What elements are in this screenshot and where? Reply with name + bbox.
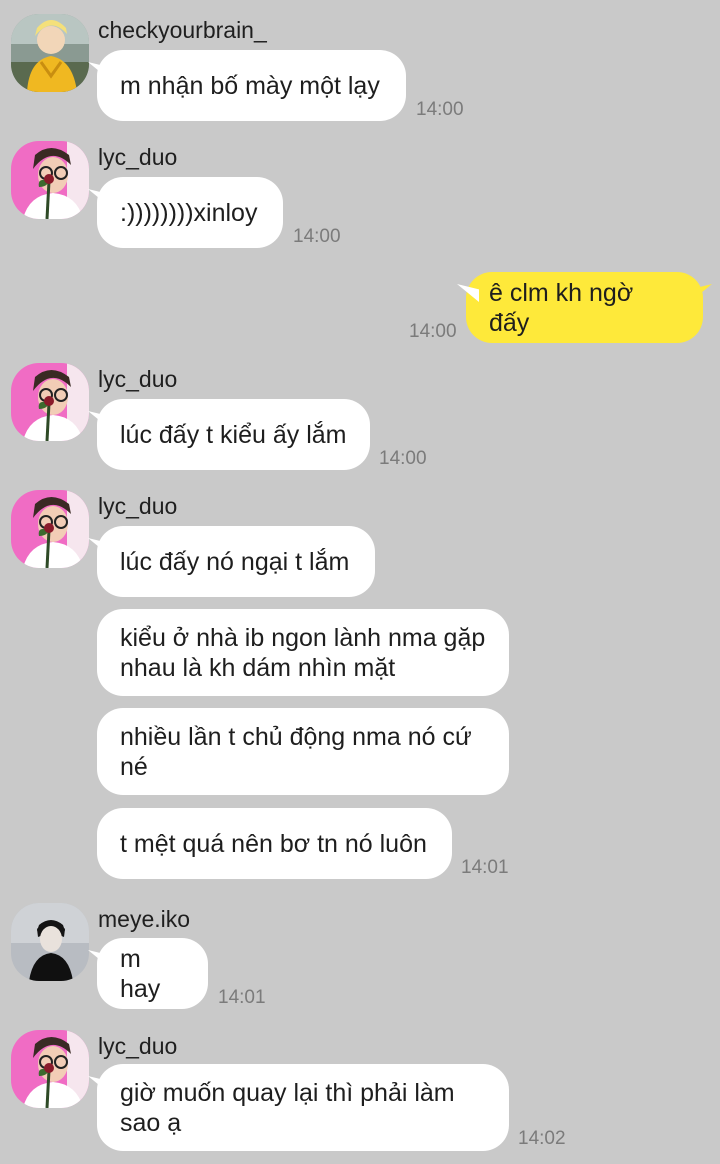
person-with-glasses-pink-background-icon (11, 490, 89, 568)
message-timestamp: 14:01 (461, 857, 509, 878)
message-bubble[interactable]: :))))))))xinloy (97, 177, 283, 248)
avatar-lyc-duo[interactable] (11, 1030, 89, 1108)
avatar-lyc-duo[interactable] (11, 141, 89, 219)
person-with-glasses-pink-background-icon (11, 141, 89, 219)
sender-name: lyc_duo (98, 1033, 178, 1059)
message-bubble[interactable]: m nhận bố mày một lạy (97, 50, 406, 121)
person-in-yellow-jacket-icon (11, 14, 89, 92)
message-bubble[interactable]: nhiều lần t chủ động nma nó cứ né (97, 708, 509, 795)
message-timestamp: 14:00 (416, 99, 464, 120)
message-timestamp: 14:00 (379, 448, 427, 469)
message-timestamp: 14:00 (293, 226, 341, 247)
message-bubble-outgoing[interactable]: ê clm kh ngờ đấy (466, 272, 703, 343)
message-bubble[interactable]: lúc đấy t kiểu ấy lắm (97, 399, 370, 470)
avatar-lyc-duo[interactable] (11, 363, 89, 441)
message-bubble[interactable]: m hay (97, 938, 208, 1009)
person-with-glasses-pink-background-icon (11, 363, 89, 441)
sender-name: meye.iko (98, 906, 191, 932)
avatar-meye-iko[interactable] (11, 903, 89, 981)
avatar-lyc-duo[interactable] (11, 490, 89, 568)
sender-name: lyc_duo (98, 493, 178, 519)
avatar-checkyourbrain[interactable] (11, 14, 89, 92)
message-bubble[interactable]: kiểu ở nhà ib ngon lành nma gặp nhau là … (97, 609, 509, 696)
sender-name: lyc_duo (98, 144, 178, 170)
message-bubble[interactable]: giờ muốn quay lại thì phải làm sao ạ (97, 1064, 509, 1151)
message-timestamp: 14:02 (518, 1128, 566, 1149)
sender-name: checkyourbrain_ (98, 17, 267, 43)
person-in-black-grey-background-icon (11, 903, 89, 981)
message-bubble[interactable]: t mệt quá nên bơ tn nó luôn (97, 808, 452, 879)
message-timestamp: 14:01 (218, 987, 266, 1008)
person-with-glasses-pink-background-icon (11, 1030, 89, 1108)
message-timestamp: 14:00 (409, 321, 457, 342)
sender-name: lyc_duo (98, 366, 178, 392)
message-bubble[interactable]: lúc đấy nó ngại t lắm (97, 526, 375, 597)
